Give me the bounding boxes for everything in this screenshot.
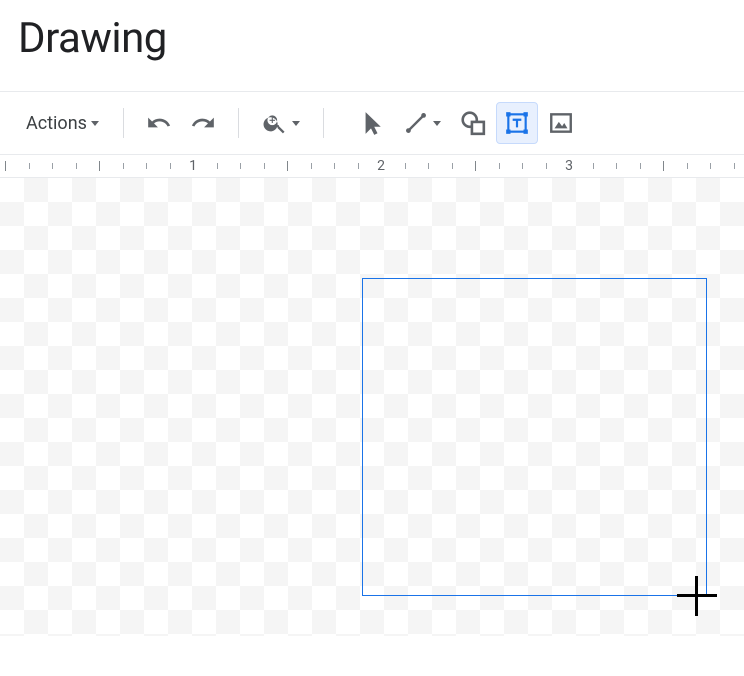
ruler-tick	[287, 161, 288, 171]
cursor-icon	[358, 110, 384, 136]
chevron-down-icon	[292, 121, 300, 126]
ruler-tick	[475, 161, 476, 171]
undo-icon	[146, 110, 172, 136]
ruler-tick	[146, 163, 147, 169]
shape-icon	[460, 110, 486, 136]
ruler-tick	[52, 163, 53, 169]
zoom-in-icon	[262, 110, 288, 136]
ruler-tick	[123, 163, 124, 169]
horizontal-ruler: 1 2 3	[0, 154, 744, 178]
ruler-tick	[546, 163, 547, 169]
ruler-tick	[593, 163, 594, 169]
zoom-button[interactable]	[253, 102, 309, 144]
ruler-tick	[640, 163, 641, 169]
toolbar: Actions	[0, 92, 744, 154]
ruler-tick	[499, 163, 500, 169]
ruler-tick	[240, 163, 241, 169]
ruler-tick	[217, 163, 218, 169]
text-box-tool-button[interactable]	[496, 102, 538, 144]
chevron-down-icon	[433, 121, 441, 126]
chevron-down-icon	[91, 121, 99, 126]
ruler-major-label: 3	[562, 158, 576, 174]
ruler-tick	[405, 163, 406, 169]
image-icon	[548, 110, 574, 136]
ruler-tick	[264, 163, 265, 169]
line-tool-button[interactable]	[394, 102, 450, 144]
ruler-tick	[76, 163, 77, 169]
ruler-tick	[428, 163, 429, 169]
actions-menu-label: Actions	[26, 113, 87, 134]
line-icon	[403, 110, 429, 136]
dialog-header: Drawing	[0, 0, 744, 91]
ruler-tick	[170, 163, 171, 169]
ruler-tick	[663, 161, 664, 171]
ruler-tick	[358, 163, 359, 169]
ruler-tick	[311, 163, 312, 169]
toolbar-divider	[238, 108, 239, 138]
drawing-canvas[interactable]	[0, 178, 744, 636]
ruler-tick	[99, 161, 100, 171]
text-box-draft-outline	[362, 278, 707, 596]
ruler-tick	[5, 161, 6, 171]
actions-menu-button[interactable]: Actions	[16, 105, 109, 142]
redo-button[interactable]	[182, 102, 224, 144]
redo-icon	[190, 110, 216, 136]
ruler-tick	[452, 163, 453, 169]
select-tool-button[interactable]	[350, 102, 392, 144]
undo-button[interactable]	[138, 102, 180, 144]
image-tool-button[interactable]	[540, 102, 582, 144]
ruler-major-label: 2	[374, 158, 388, 174]
toolbar-divider	[323, 108, 324, 138]
ruler-major-label: 1	[186, 158, 200, 174]
text-box-icon	[504, 110, 530, 136]
shape-tool-button[interactable]	[452, 102, 494, 144]
ruler-tick	[734, 163, 735, 169]
ruler-tick	[616, 163, 617, 169]
toolbar-divider	[123, 108, 124, 138]
ruler-tick	[687, 163, 688, 169]
dialog-title: Drawing	[18, 14, 726, 63]
ruler-tick	[522, 163, 523, 169]
ruler-tick	[710, 163, 711, 169]
ruler-tick	[334, 163, 335, 169]
ruler-tick	[29, 163, 30, 169]
